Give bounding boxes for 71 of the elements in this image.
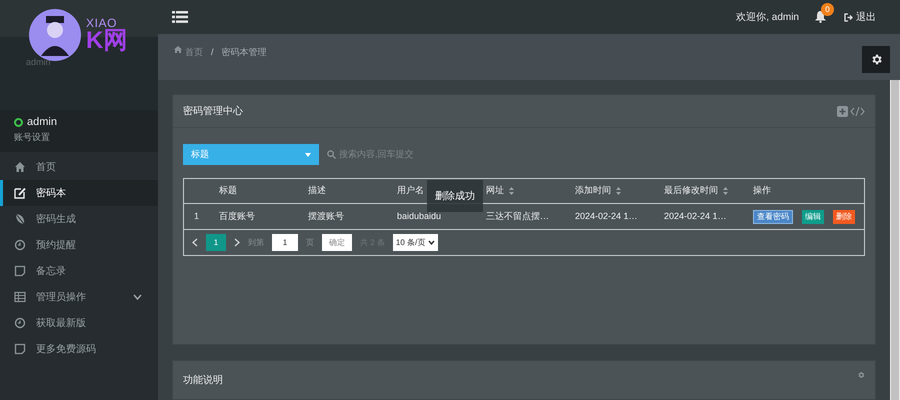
settings-icon[interactable] xyxy=(857,371,865,379)
welcome-text: 欢迎你, admin xyxy=(736,10,799,24)
search-icon xyxy=(327,150,336,159)
edit-icon xyxy=(14,187,26,199)
column-header[interactable]: 最后修改时间 xyxy=(664,184,728,198)
table-cell-text: 三达不留点摆… xyxy=(485,210,550,223)
sort-icon[interactable] xyxy=(616,187,621,195)
menu-icon[interactable] xyxy=(172,11,188,23)
delete-button[interactable]: 删除 xyxy=(833,210,855,224)
goto-label: 到第 xyxy=(248,236,264,248)
caret-icon xyxy=(305,152,311,156)
sidebar-item[interactable]: 管理员操作 xyxy=(0,284,158,310)
column-header[interactable]: 网址 xyxy=(486,184,514,198)
column-header: 操作 xyxy=(753,184,771,198)
sidebar-item[interactable]: 更多免费源码 xyxy=(0,336,158,362)
clock-icon xyxy=(14,239,26,251)
home-icon xyxy=(174,46,182,53)
next-page-icon[interactable] xyxy=(234,238,240,247)
logo-title: K网 xyxy=(86,29,128,53)
add-icon[interactable] xyxy=(837,106,848,116)
note-icon xyxy=(14,265,26,277)
breadcrumb-link[interactable]: 首页 xyxy=(185,46,203,60)
sidebar-item[interactable]: 密码生成 xyxy=(0,206,158,232)
panel-title: 功能说明 xyxy=(183,374,224,388)
settings-icon xyxy=(870,53,882,66)
logo-alt-text: admin xyxy=(26,56,51,69)
table-cell-text: 百度账号 xyxy=(218,210,256,223)
note-icon xyxy=(14,343,26,355)
page-size-dropdown[interactable]: 10 条/页 xyxy=(392,234,438,251)
panel-title: 密码管理中心 xyxy=(183,104,244,118)
clock-icon xyxy=(14,317,26,329)
user-name: admin xyxy=(27,115,57,130)
sidebar-item[interactable]: 首页 xyxy=(0,154,158,180)
notification-badge: 0 xyxy=(821,3,834,16)
page-number-field[interactable]: 1 xyxy=(272,234,298,251)
home-icon xyxy=(14,161,26,173)
logo-text: XIAO xyxy=(86,17,118,29)
edit-button[interactable]: 编辑 xyxy=(802,210,824,224)
current-page-button[interactable]: 1 xyxy=(206,234,226,251)
breadcrumb-current: 密码本管理 xyxy=(222,46,267,59)
confirm-button[interactable]: 确定 xyxy=(322,234,352,251)
sort-icon[interactable] xyxy=(509,187,514,195)
bell-icon[interactable] xyxy=(815,11,826,23)
settings-button[interactable] xyxy=(862,46,890,73)
table-cell-text: 2024-02-24 1… xyxy=(574,210,639,223)
sort-icon[interactable] xyxy=(723,187,728,195)
chevron-down-icon xyxy=(428,240,436,245)
chevron-down-icon xyxy=(133,294,142,300)
table-icon xyxy=(14,291,26,303)
column-header: 标题 xyxy=(219,184,237,198)
row-number: 1 xyxy=(193,210,200,223)
column-header[interactable]: 添加时间 xyxy=(575,184,621,198)
column-header: 描述 xyxy=(308,184,326,198)
logout-button[interactable]: 退出 xyxy=(844,10,876,24)
view-button[interactable]: 查看密码 xyxy=(753,210,793,224)
table-cell-text: baidubaidu xyxy=(396,210,442,223)
sidebar-item[interactable]: 密码本 xyxy=(0,180,158,206)
leaf-icon xyxy=(14,213,26,225)
previous-page-icon[interactable] xyxy=(192,238,198,247)
sidebar-item[interactable]: 备忘录 xyxy=(0,258,158,284)
page-label: 页 xyxy=(306,236,314,248)
table-cell-text: 2024-02-24 1… xyxy=(663,210,728,223)
table-cell-text: 摆渡账号 xyxy=(307,210,345,223)
breadcrumb-separator: / xyxy=(211,46,214,59)
column-header: 用户名 xyxy=(397,184,424,198)
sidebar-item[interactable]: 预约提醒 xyxy=(0,232,158,258)
sidebar-item[interactable]: 获取最新版 xyxy=(0,310,158,336)
code-icon[interactable] xyxy=(850,106,865,116)
toast-message: 删除成功 xyxy=(427,180,483,212)
logout-icon xyxy=(844,12,853,22)
account-settings-link[interactable]: 账号设置 xyxy=(14,130,144,144)
